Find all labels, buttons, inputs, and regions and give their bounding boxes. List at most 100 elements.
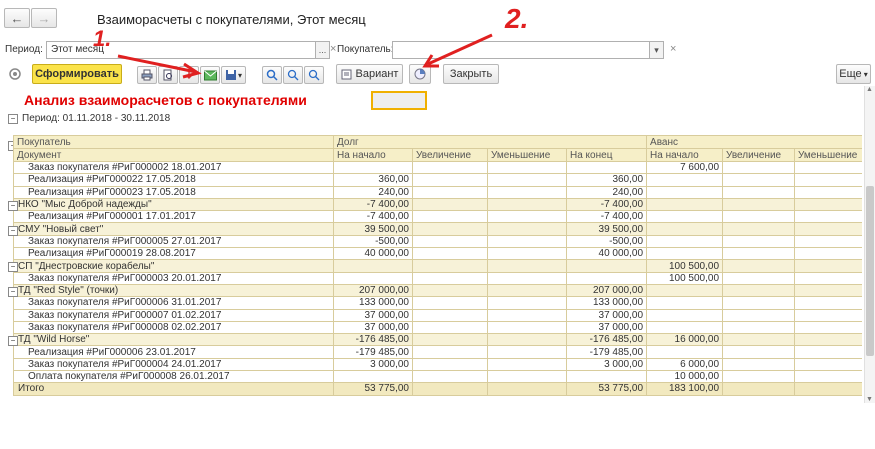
cell-value[interactable]: 240,00 [565,185,648,199]
cell-name[interactable]: Заказ покупателя #РиГ000006 31.01.2017 [13,296,334,310]
cell-value[interactable] [487,345,567,359]
cell-value[interactable] [412,173,488,187]
preview-button[interactable] [158,66,178,84]
cell-value[interactable] [565,271,648,285]
cell-value[interactable] [487,173,567,187]
customer-clear-icon[interactable]: × [670,43,676,55]
cell-value[interactable] [412,382,488,396]
cell-value[interactable]: 37 000,00 [333,320,413,335]
cell-value[interactable]: 207 000,00 [333,283,413,298]
cell-value[interactable] [487,283,567,298]
period-clear-icon[interactable]: × [330,43,336,55]
cell-value[interactable] [487,320,567,335]
cell-value[interactable]: -179 485,00 [333,345,413,359]
cell-value[interactable] [646,320,724,335]
cell-value[interactable] [794,283,862,298]
table-row[interactable]: Реализация #РиГ000006 23.01.2017 -179 485… [13,345,862,359]
scrollbar-thumb[interactable] [866,186,874,356]
cell-value[interactable] [412,259,488,273]
cell-value[interactable]: 39 500,00 [565,222,648,236]
table-row[interactable]: Заказ покупателя #РиГ000004 24.01.2017 3 … [13,357,862,372]
cell-value[interactable] [333,370,413,384]
cell-value[interactable] [646,283,724,298]
cell-value[interactable] [794,271,862,285]
cell-value[interactable] [794,185,862,199]
table-row[interactable]: Заказ покупателя #РиГ000006 31.01.2017 13… [13,296,862,310]
cell-value[interactable] [722,271,796,285]
cell-value[interactable] [412,197,488,212]
cell-value[interactable] [794,160,862,175]
print-button[interactable] [137,66,157,84]
cell-name[interactable]: Реализация #РиГ000023 17.05.2018 [13,185,334,199]
collapse-period-icon[interactable]: − [8,114,18,124]
cell-value[interactable] [794,197,862,212]
find-next-button[interactable] [283,66,303,84]
cell-value[interactable]: 37 000,00 [333,308,413,322]
cell-value[interactable] [722,160,796,175]
cell-value[interactable] [646,247,724,261]
cell-value[interactable]: 53 775,00 [333,382,413,396]
cell-value[interactable]: 53 775,00 [565,382,648,396]
cell-value[interactable] [722,173,796,187]
cell-value[interactable] [412,210,488,224]
cell-value[interactable] [794,247,862,261]
cell-value[interactable] [646,345,724,359]
cell-value[interactable] [722,197,796,212]
cell-value[interactable]: 40 000,00 [565,247,648,261]
cell-value[interactable]: 6 000,00 [646,357,724,372]
cell-value[interactable] [646,173,724,187]
cell-value[interactable] [412,234,488,249]
cell-value[interactable]: -7 400,00 [333,197,413,212]
cell-value[interactable] [794,357,862,372]
selected-cell[interactable] [371,91,427,110]
cell-value[interactable] [794,333,862,347]
cell-value[interactable]: 240,00 [333,185,413,199]
group-row[interactable]: ТД "Wild Horse" -176 485,00 -176 485,00 16 … [13,333,862,347]
cell-value[interactable]: 37 000,00 [565,308,648,322]
cell-value[interactable]: 133 000,00 [565,296,648,310]
table-row[interactable]: Заказ покупателя #РиГ000002 18.01.2017 7 … [13,160,862,175]
cell-value[interactable] [794,210,862,224]
cell-value[interactable] [487,308,567,322]
cell-name[interactable]: ТД "Wild Horse" [13,333,334,347]
table-row[interactable]: Заказ покупателя #РиГ000008 02.02.2017 37… [13,320,862,335]
cell-value[interactable] [412,283,488,298]
cell-value[interactable] [722,320,796,335]
cell-name[interactable]: Реализация #РиГ000006 23.01.2017 [13,345,334,359]
cell-value[interactable] [333,259,413,273]
period-field[interactable]: Этот месяц ... [46,41,330,59]
cell-value[interactable] [722,222,796,236]
cell-value[interactable]: 360,00 [565,173,648,187]
scroll-up-icon[interactable]: ▲ [866,86,873,93]
cell-value[interactable] [487,271,567,285]
table-row[interactable]: Реализация #РиГ000019 28.08.2017 40 000,0… [13,247,862,261]
group-collapse-icon[interactable]: − [8,200,18,211]
cell-name[interactable]: Реализация #РиГ000001 17.01.2017 [13,210,334,224]
cell-value[interactable]: 16 000,00 [646,333,724,347]
cell-value[interactable] [794,173,862,187]
cell-value[interactable] [565,160,648,175]
cell-name[interactable]: СП "Днестровские корабелы" [13,259,334,273]
cell-value[interactable] [722,345,796,359]
cell-value[interactable]: -500,00 [333,234,413,249]
generate-button[interactable]: Сформировать [32,64,122,84]
table-row[interactable]: Реализация #РиГ000022 17.05.2018 360,00 36… [13,173,862,187]
group-row[interactable]: СМУ "Новый свет" 39 500,00 39 500,00 [13,222,862,236]
cell-name[interactable]: Заказ покупателя #РиГ000003 20.01.2017 [13,271,334,285]
cell-value[interactable] [722,357,796,372]
cell-value[interactable] [487,382,567,396]
back-button[interactable]: ← [4,8,30,28]
cell-name[interactable]: Заказ покупателя #РиГ000007 01.02.2017 [13,308,334,322]
cell-value[interactable] [646,234,724,249]
cell-value[interactable] [646,197,724,212]
cell-value[interactable]: 3 000,00 [565,357,648,372]
cell-value[interactable] [646,185,724,199]
scroll-down-icon[interactable]: ▼ [866,396,873,403]
cell-value[interactable] [565,259,648,273]
group-collapse-icon[interactable]: − [8,262,18,273]
cell-value[interactable]: 10 000,00 [646,370,724,384]
cell-value[interactable] [565,370,648,384]
cell-value[interactable]: 3 000,00 [333,357,413,372]
table-row[interactable]: Заказ покупателя #РиГ000007 01.02.2017 37… [13,308,862,322]
cell-name[interactable]: Итого [13,382,334,396]
